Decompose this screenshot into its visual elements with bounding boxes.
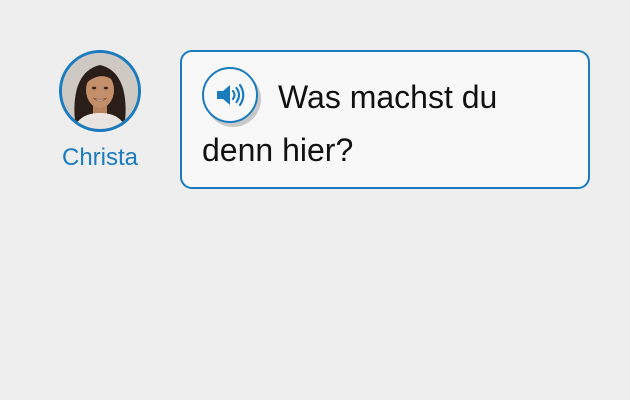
play-audio-button[interactable] <box>202 67 258 123</box>
message-line-2: denn hier? <box>202 132 354 168</box>
message-line-1: Was machst du <box>278 79 498 115</box>
speaker-block: Christa <box>56 50 144 172</box>
speech-bubble: Was machst du denn hier? <box>180 50 590 189</box>
avatar-portrait <box>62 53 138 129</box>
dialogue-stage: Christa Was machst du denn hier? <box>0 0 630 400</box>
avatar <box>59 50 141 132</box>
speaker-name: Christa <box>61 144 139 171</box>
speaker-volume-icon <box>217 83 245 107</box>
